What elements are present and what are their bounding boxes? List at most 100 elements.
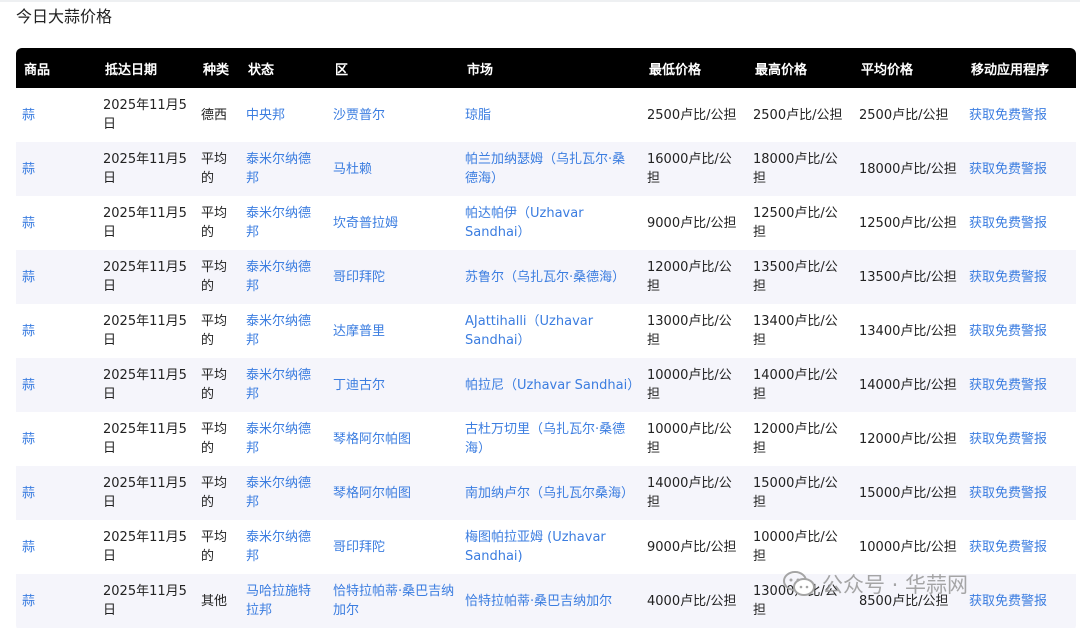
cell-commodity[interactable]: 蒜 (16, 142, 97, 196)
top-divider (0, 0, 1080, 2)
header-district: 区 (335, 62, 349, 78)
table-row: 蒜 2025年11月5日 平均的 泰米尔纳德邦 琴格阿尔帕图 南加纳卢尔（乌扎瓦尔桑海） 1… (16, 466, 1076, 520)
price-table-container: 商品 抵达日期 种类 状态 区 市场 最低价格 最高价格 平均价格 移动应用程序… (16, 48, 1076, 631)
cell-get-alert-link[interactable]: 获取免费警报 (963, 358, 1076, 412)
cell-district[interactable]: 哥印拜陀 (327, 250, 459, 304)
cell-state[interactable]: 泰米尔纳德邦 (240, 250, 327, 304)
cell-state[interactable]: 泰米尔纳德邦 (240, 466, 327, 520)
cell-variety: 平均的 (201, 422, 228, 456)
cell-get-alert-link[interactable]: 获取免费警报 (963, 466, 1076, 520)
cell-max-price: 13000卢比/公担 (753, 584, 838, 618)
cell-market[interactable]: AJattihalli（Uzhavar Sandhai） (459, 304, 641, 358)
cell-get-alert-link[interactable]: 获取免费警报 (963, 412, 1076, 466)
cell-arrival-date: 2025年11月5日 (103, 530, 187, 564)
cell-market[interactable]: 古杜万切里（乌扎瓦尔·桑德海） (459, 412, 641, 466)
cell-state[interactable]: 泰米尔纳德邦 (240, 520, 327, 574)
cell-variety: 其他 (201, 593, 228, 609)
cell-district[interactable]: 琴格阿尔帕图 (327, 412, 459, 466)
table-row: 蒜 2025年11月5日 德西 中央邦 沙贾普尔 琼脂 2500卢比/公担 2500卢比/公担… (16, 88, 1076, 142)
cell-market[interactable]: 帕拉尼（Uzhavar Sandhai） (459, 358, 641, 412)
cell-arrival-date: 2025年11月5日 (103, 206, 187, 240)
cell-commodity[interactable]: 蒜 (16, 196, 97, 250)
table-header-row: 商品 抵达日期 种类 状态 区 市场 最低价格 最高价格 平均价格 移动应用程序 (16, 48, 1076, 88)
cell-avg-price: 15000卢比/公担 (859, 485, 957, 501)
cell-state[interactable]: 泰米尔纳德邦 (240, 412, 327, 466)
cell-district[interactable]: 达摩普里 (327, 304, 459, 358)
cell-max-price: 18000卢比/公担 (753, 152, 838, 186)
cell-variety: 平均的 (201, 530, 228, 564)
cell-avg-price: 12000卢比/公担 (859, 431, 957, 447)
cell-district[interactable]: 哥印拜陀 (327, 520, 459, 574)
table-row: 蒜 2025年11月5日 其他 马哈拉施特拉邦 恰特拉帕蒂·桑巴吉纳加尔 恰特拉帕蒂·桑巴… (16, 574, 1076, 628)
cell-min-price: 9000卢比/公担 (647, 215, 737, 231)
cell-get-alert-link[interactable]: 获取免费警报 (963, 574, 1076, 628)
cell-district[interactable]: 马杜赖 (327, 142, 459, 196)
cell-market[interactable]: 苏鲁尔（乌扎瓦尔·桑德海） (459, 250, 641, 304)
cell-get-alert-link[interactable]: 获取免费警报 (963, 88, 1076, 142)
cell-district[interactable]: 坎奇普拉姆 (327, 196, 459, 250)
cell-market[interactable]: 南加纳卢尔（乌扎瓦尔桑海） (459, 466, 641, 520)
cell-get-alert-link[interactable]: 获取免费警报 (963, 304, 1076, 358)
cell-district[interactable]: 琴格阿尔帕图 (327, 466, 459, 520)
table-row: 蒜 2025年11月5日 平均的 泰米尔纳德邦 琴格阿尔帕图 古杜万切里（乌扎瓦尔·桑德海… (16, 412, 1076, 466)
cell-min-price: 4000卢比/公担 (647, 593, 737, 609)
cell-commodity[interactable]: 蒜 (16, 466, 97, 520)
cell-max-price: 13500卢比/公担 (753, 260, 838, 294)
cell-min-price: 2500卢比/公担 (647, 107, 737, 123)
table-row: 蒜 2025年11月5日 平均的 泰米尔纳德邦 达摩普里 AJattihalli（Uzha… (16, 304, 1076, 358)
cell-commodity[interactable]: 蒜 (16, 250, 97, 304)
cell-min-price: 10000卢比/公担 (647, 422, 732, 456)
cell-state[interactable]: 泰米尔纳德邦 (240, 358, 327, 412)
cell-arrival-date: 2025年11月5日 (103, 476, 187, 510)
cell-max-price: 12500卢比/公担 (753, 206, 838, 240)
cell-state[interactable]: 泰米尔纳德邦 (240, 304, 327, 358)
cell-district[interactable]: 丁迪古尔 (327, 358, 459, 412)
cell-arrival-date: 2025年11月5日 (103, 98, 187, 132)
cell-get-alert-link[interactable]: 获取免费警报 (963, 142, 1076, 196)
cell-avg-price: 13400卢比/公担 (859, 323, 957, 339)
header-avg-price: 平均价格 (861, 62, 914, 78)
cell-max-price: 15000卢比/公担 (753, 476, 838, 510)
cell-commodity[interactable]: 蒜 (16, 88, 97, 142)
cell-min-price: 14000卢比/公担 (647, 476, 732, 510)
cell-variety: 平均的 (201, 152, 228, 186)
cell-variety: 平均的 (201, 260, 228, 294)
cell-arrival-date: 2025年11月5日 (103, 152, 187, 186)
cell-commodity[interactable]: 蒜 (16, 574, 97, 628)
cell-market[interactable]: 恰特拉帕蒂·桑巴吉纳加尔 (459, 574, 641, 628)
cell-variety: 平均的 (201, 368, 228, 402)
cell-commodity[interactable]: 蒜 (16, 520, 97, 574)
cell-commodity[interactable]: 蒜 (16, 412, 97, 466)
cell-avg-price: 12500卢比/公担 (859, 215, 957, 231)
cell-state[interactable]: 马哈拉施特拉邦 (240, 574, 327, 628)
cell-market[interactable]: 帕达帕伊（Uzhavar Sandhai） (459, 196, 641, 250)
cell-state[interactable]: 泰米尔纳德邦 (240, 196, 327, 250)
cell-min-price: 16000卢比/公担 (647, 152, 732, 186)
cell-district[interactable]: 恰特拉帕蒂·桑巴吉纳加尔 (327, 574, 459, 628)
cell-get-alert-link[interactable]: 获取免费警报 (963, 520, 1076, 574)
cell-max-price: 10000卢比/公担 (753, 530, 838, 564)
cell-district[interactable]: 沙贾普尔 (327, 88, 459, 142)
cell-variety: 平均的 (201, 206, 228, 240)
header-variety: 种类 (203, 62, 230, 78)
cell-market[interactable]: 帕兰加纳瑟姆（乌扎瓦尔·桑德海） (459, 142, 641, 196)
cell-avg-price: 2500卢比/公担 (859, 107, 949, 123)
header-min-price: 最低价格 (649, 62, 702, 78)
cell-state[interactable]: 中央邦 (240, 88, 327, 142)
cell-max-price: 12000卢比/公担 (753, 422, 838, 456)
cell-get-alert-link[interactable]: 获取免费警报 (963, 250, 1076, 304)
cell-commodity[interactable]: 蒜 (16, 358, 97, 412)
cell-min-price: 9000卢比/公担 (647, 539, 737, 555)
cell-avg-price: 18000卢比/公担 (859, 161, 957, 177)
cell-arrival-date: 2025年11月5日 (103, 584, 187, 618)
table-row: 蒜 2025年11月5日 平均的 泰米尔纳德邦 哥印拜陀 梅图帕拉亚姆 (Uzhavar … (16, 520, 1076, 574)
cell-state[interactable]: 泰米尔纳德邦 (240, 142, 327, 196)
cell-arrival-date: 2025年11月5日 (103, 260, 187, 294)
cell-commodity[interactable]: 蒜 (16, 304, 97, 358)
cell-get-alert-link[interactable]: 获取免费警报 (963, 196, 1076, 250)
table-row: 蒜 2025年11月5日 平均的 泰米尔纳德邦 坎奇普拉姆 帕达帕伊（Uzhavar Sa… (16, 196, 1076, 250)
cell-max-price: 14000卢比/公担 (753, 368, 838, 402)
cell-market[interactable]: 梅图帕拉亚姆 (Uzhavar Sandhai) (459, 520, 641, 574)
cell-market[interactable]: 琼脂 (459, 88, 641, 142)
table-row: 蒜 2025年11月5日 平均的 泰米尔纳德邦 哥印拜陀 苏鲁尔（乌扎瓦尔·桑德海） 120… (16, 250, 1076, 304)
